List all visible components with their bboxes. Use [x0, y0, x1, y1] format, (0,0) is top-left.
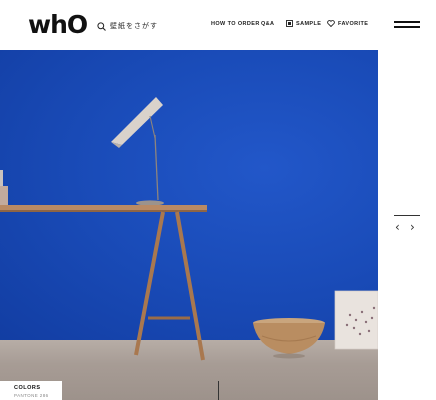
hamburger-menu-button[interactable] [394, 19, 420, 31]
site-logo[interactable]: whO [28, 10, 88, 40]
chevron-right-icon: › [410, 220, 415, 234]
colors-title: COLORS [14, 385, 41, 391]
carousel-prev-button[interactable]: ‹ [395, 220, 400, 234]
search-label: 壁紙をさがす [110, 22, 158, 30]
desk-lamp [111, 97, 164, 206]
hero-scene [0, 97, 378, 361]
table-legs [134, 211, 205, 361]
nav-qa[interactable]: Q&A [261, 21, 274, 27]
colors-pantone: PANTONE 286 [14, 393, 49, 398]
nav-sample[interactable]: SAMPLE [286, 19, 321, 29]
wooden-bowl [253, 318, 325, 359]
heart-icon [327, 19, 335, 29]
carousel-next-button[interactable]: › [410, 220, 415, 234]
search-wallpaper-button[interactable]: 壁紙をさがす [97, 19, 158, 33]
sample-icon [286, 19, 293, 29]
nav-favorite[interactable]: FAVORITE [327, 19, 368, 29]
sample-card [334, 290, 378, 350]
nav-favorite-label: FAVORITE [338, 21, 369, 27]
search-icon [97, 21, 106, 31]
hero-image [0, 50, 378, 400]
carousel-divider [394, 215, 420, 216]
scroll-indicator [218, 381, 219, 400]
site-header: whO 壁紙をさがす HOW TO ORDER Q&A SAMPLE FAVOR… [0, 0, 436, 50]
menu-line-icon [394, 26, 420, 28]
nav-how-to-order[interactable]: HOW TO ORDER [211, 21, 260, 27]
color-info: COLORS PANTONE 286 [0, 381, 62, 400]
menu-line-icon [394, 21, 420, 23]
chevron-left-icon: ‹ [395, 220, 400, 234]
nav-sample-label: SAMPLE [296, 21, 322, 27]
table-top [0, 205, 207, 210]
